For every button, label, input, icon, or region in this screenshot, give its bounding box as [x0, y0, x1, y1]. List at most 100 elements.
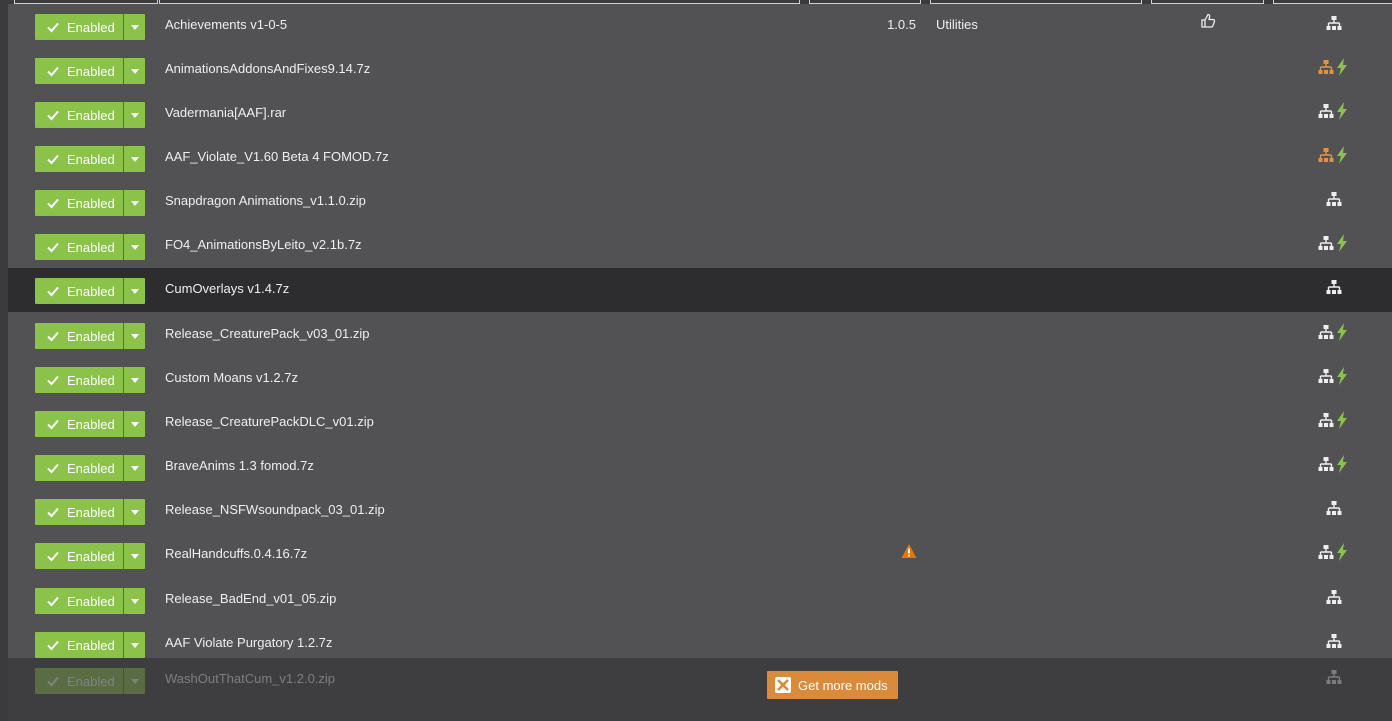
enable-toggle[interactable]: Enabled [35, 278, 145, 304]
enable-button[interactable]: Enabled [35, 323, 124, 349]
table-row[interactable]: Enabled Release_CreaturePack_v03_01.zip [8, 313, 1392, 357]
check-icon [47, 198, 59, 209]
thumbs-up-icon[interactable] [1200, 13, 1216, 29]
mod-name: Snapdragon Animations_v1.1.0.zip [165, 193, 366, 208]
enable-button[interactable]: Enabled [35, 367, 124, 393]
status-dropdown-button[interactable] [124, 102, 145, 128]
mod-name: RealHandcuffs.0.4.16.7z [165, 546, 308, 561]
enable-button[interactable]: Enabled [35, 278, 124, 304]
dependency-tree-icon [1318, 236, 1334, 250]
table-row[interactable]: Enabled Snapdragon Animations_v1.1.0.zip [8, 180, 1392, 224]
chevron-down-icon [130, 244, 139, 250]
dependencies-indicator[interactable] [1318, 278, 1354, 298]
status-dropdown-button[interactable] [124, 455, 145, 481]
enable-button[interactable]: Enabled [35, 499, 124, 525]
warning-icon[interactable] [901, 543, 917, 559]
status-dropdown-button[interactable] [124, 668, 145, 694]
enable-button[interactable]: Enabled [35, 102, 124, 128]
dependencies-indicator[interactable] [1318, 411, 1354, 431]
nexus-icon [775, 677, 791, 693]
status-dropdown-button[interactable] [124, 234, 145, 260]
enable-toggle[interactable]: Enabled [35, 588, 145, 614]
dependencies-indicator[interactable] [1318, 14, 1354, 34]
mod-name: Release_CreaturePack_v03_01.zip [165, 326, 370, 341]
enable-toggle[interactable]: Enabled [35, 499, 145, 525]
status-dropdown-button[interactable] [124, 14, 145, 40]
dependencies-indicator[interactable] [1318, 499, 1354, 519]
dependency-tree-icon [1318, 457, 1334, 471]
chevron-down-icon [130, 509, 139, 515]
status-dropdown-button[interactable] [124, 632, 145, 658]
table-row[interactable]: Enabled Release_NSFWsoundpack_03_01.zip [8, 489, 1392, 533]
status-label: Enabled [67, 63, 115, 79]
enable-button[interactable]: Enabled [35, 14, 124, 40]
status-dropdown-button[interactable] [124, 588, 145, 614]
check-icon [47, 551, 59, 562]
table-row[interactable]: Enabled Custom Moans v1.2.7z [8, 357, 1392, 401]
table-row[interactable]: Enabled AnimationsAddonsAndFixes9.14.7z [8, 48, 1392, 92]
enable-toggle[interactable]: Enabled [35, 14, 145, 40]
dependencies-indicator[interactable] [1318, 632, 1354, 652]
enable-toggle[interactable]: Enabled [35, 411, 145, 437]
enable-button[interactable]: Enabled [35, 455, 124, 481]
chevron-down-icon [130, 156, 139, 162]
enable-toggle[interactable]: Enabled [35, 102, 145, 128]
status-dropdown-button[interactable] [124, 543, 145, 569]
chevron-down-icon [130, 598, 139, 604]
enable-toggle[interactable]: Enabled [35, 367, 145, 393]
dependencies-indicator[interactable] [1318, 146, 1354, 166]
status-dropdown-button[interactable] [124, 323, 145, 349]
dependencies-indicator[interactable] [1318, 668, 1354, 688]
dependencies-indicator[interactable] [1318, 190, 1354, 210]
dependencies-indicator[interactable] [1318, 543, 1354, 563]
enable-button[interactable]: Enabled [35, 588, 124, 614]
chevron-down-icon [130, 421, 139, 427]
dependencies-indicator[interactable] [1318, 102, 1354, 122]
enable-button[interactable]: Enabled [35, 668, 124, 694]
status-label: Enabled [67, 195, 115, 211]
status-dropdown-button[interactable] [124, 499, 145, 525]
dependencies-indicator[interactable] [1318, 234, 1354, 254]
dependencies-indicator[interactable] [1318, 588, 1354, 608]
table-row[interactable]: Enabled BraveAnims 1.3 fomod.7z [8, 445, 1392, 489]
enable-toggle[interactable]: Enabled [35, 668, 145, 694]
enable-toggle[interactable]: Enabled [35, 234, 145, 260]
enable-button[interactable]: Enabled [35, 190, 124, 216]
dependencies-indicator[interactable] [1318, 367, 1354, 387]
enable-button[interactable]: Enabled [35, 234, 124, 260]
table-row[interactable]: Enabled AAF_Violate_V1.60 Beta 4 FOMOD.7z [8, 136, 1392, 180]
table-row[interactable]: Enabled Achievements v1-0-5 1.0.5 Utilities [8, 4, 1392, 48]
dependency-tree-icon [1326, 501, 1342, 515]
table-row[interactable]: Enabled CumOverlays v1.4.7z [8, 268, 1392, 312]
table-row[interactable]: Enabled FO4_AnimationsByLeito_v2.1b.7z [8, 224, 1392, 268]
enable-toggle[interactable]: Enabled [35, 632, 145, 658]
dependencies-indicator[interactable] [1318, 58, 1354, 78]
table-row[interactable]: Enabled Release_CreaturePackDLC_v01.zip [8, 401, 1392, 445]
status-dropdown-button[interactable] [124, 190, 145, 216]
status-dropdown-button[interactable] [124, 411, 145, 437]
enable-toggle[interactable]: Enabled [35, 146, 145, 172]
status-label: Enabled [67, 504, 115, 520]
status-dropdown-button[interactable] [124, 58, 145, 84]
enable-button[interactable]: Enabled [35, 411, 124, 437]
table-row[interactable]: Enabled RealHandcuffs.0.4.16.7z [8, 533, 1392, 577]
enable-toggle[interactable]: Enabled [35, 323, 145, 349]
dependencies-indicator[interactable] [1318, 323, 1354, 343]
table-row[interactable]: Enabled Release_BadEnd_v01_05.zip [8, 578, 1392, 622]
status-dropdown-button[interactable] [124, 367, 145, 393]
dependencies-indicator[interactable] [1318, 455, 1354, 475]
status-dropdown-button[interactable] [124, 278, 145, 304]
enable-button[interactable]: Enabled [35, 543, 124, 569]
enable-toggle[interactable]: Enabled [35, 543, 145, 569]
enable-toggle[interactable]: Enabled [35, 58, 145, 84]
enable-toggle[interactable]: Enabled [35, 190, 145, 216]
status-dropdown-button[interactable] [124, 146, 145, 172]
status-label: Enabled [67, 107, 115, 123]
table-row[interactable]: Enabled WashOutThatCum_v1.2.0.zip [8, 658, 1392, 721]
table-row[interactable]: Enabled Vadermania[AAF].rar [8, 92, 1392, 136]
get-more-mods-button[interactable]: Get more mods [767, 671, 898, 699]
enable-button[interactable]: Enabled [35, 632, 124, 658]
enable-toggle[interactable]: Enabled [35, 455, 145, 481]
enable-button[interactable]: Enabled [35, 146, 124, 172]
enable-button[interactable]: Enabled [35, 58, 124, 84]
